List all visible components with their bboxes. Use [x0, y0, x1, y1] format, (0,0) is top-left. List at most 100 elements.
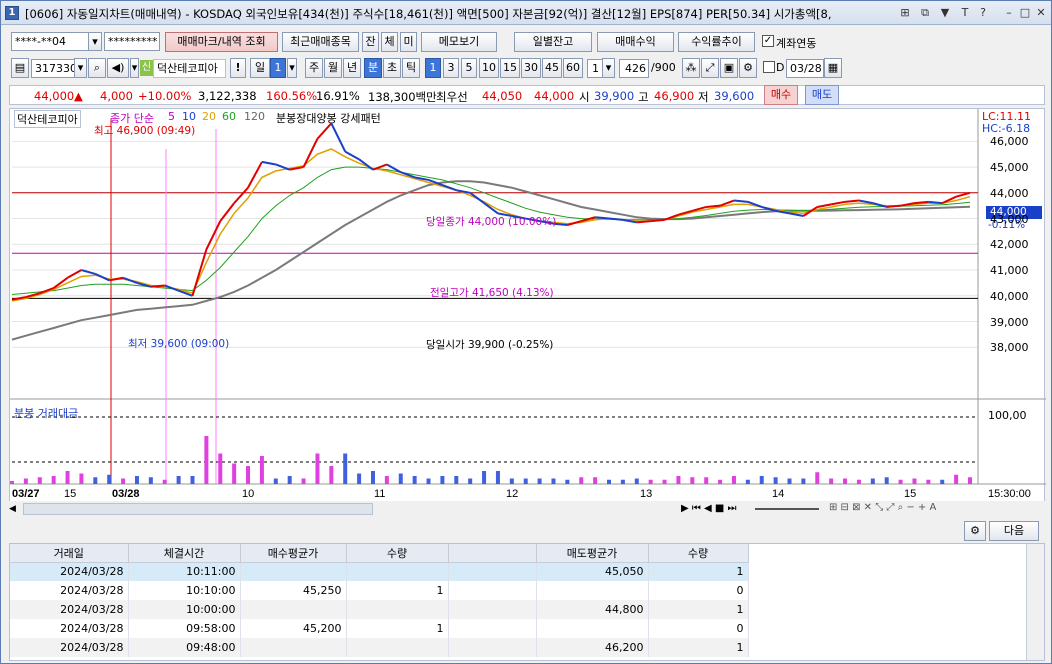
table-row[interactable]: 2024/03/28 10:00:00 44,800 1 — [10, 600, 749, 619]
table-cell: 2024/03/28 — [10, 600, 129, 619]
volume-bar — [246, 466, 251, 484]
best-label: 최우선 — [436, 90, 468, 104]
recent-trades-button[interactable]: 최근매매종목 — [282, 32, 359, 52]
table-cell — [346, 638, 449, 657]
balance-button[interactable]: 잔 — [362, 32, 379, 52]
col-buy-qty: 수량 — [346, 544, 449, 563]
volume-panel-label: 분봉 거래대금 — [14, 407, 79, 420]
table-cell — [448, 562, 537, 581]
next-button[interactable]: 다음 — [989, 521, 1039, 541]
layout-icon[interactable]: ⊞ — [897, 5, 913, 21]
view-tools[interactable]: ⊞ ⊟ ⊠ ✕ ⤡ ⤢ ⌕ − + A — [829, 502, 936, 513]
buy-button[interactable]: 매수 — [764, 85, 798, 105]
minimize-icon[interactable]: – — [1001, 5, 1017, 21]
interval-30[interactable]: 30 — [521, 58, 541, 78]
week-button[interactable]: 주 — [305, 58, 323, 78]
table-row[interactable]: 2024/03/28 10:11:00 45,050 1 — [10, 562, 749, 581]
period-day-n[interactable]: 1 — [270, 58, 286, 78]
table-row[interactable]: 2024/03/28 10:10:00 45,250 1 0 — [10, 581, 749, 600]
interval-3[interactable]: 3 — [443, 58, 459, 78]
daily-balance-button[interactable]: 일별잔고 — [514, 32, 592, 52]
unexecuted-button[interactable]: 미 — [400, 32, 417, 52]
price-segment — [817, 203, 832, 208]
volume-bar — [856, 479, 861, 484]
sell-button[interactable]: 매도 — [805, 85, 839, 105]
close-icon[interactable]: ✕ — [1033, 5, 1049, 21]
account-dropdown-icon[interactable]: ▾ — [88, 32, 102, 51]
period-day-button[interactable]: 일 — [250, 58, 270, 78]
table-settings-icon[interactable]: ⚙ — [964, 521, 986, 541]
tick-button[interactable]: 틱 — [402, 58, 420, 78]
volume-bar — [440, 476, 445, 484]
volume-bar — [662, 479, 667, 484]
count-field[interactable]: 426 — [619, 59, 649, 78]
text-icon[interactable]: T — [957, 5, 973, 21]
alert-button[interactable]: ! — [230, 58, 246, 78]
sound-icon[interactable]: ◀) — [107, 58, 129, 78]
second-button[interactable]: 초 — [383, 58, 401, 78]
volume-bar — [537, 478, 542, 484]
volume-bar — [607, 479, 612, 484]
period-day-dropdown-icon[interactable]: ▾ — [287, 58, 297, 78]
account-link-checkbox[interactable]: ✓ — [762, 35, 774, 47]
date-checkbox[interactable] — [763, 61, 775, 73]
table-row[interactable]: 2024/03/28 09:58:00 45,200 1 0 — [10, 619, 749, 638]
table-cell: 45,250 — [240, 581, 347, 600]
month-button[interactable]: 월 — [324, 58, 342, 78]
table-row[interactable]: 2024/03/28 09:48:00 46,200 1 — [10, 638, 749, 657]
interval-select-dropdown-icon[interactable]: ▾ — [602, 58, 615, 78]
settings-icon[interactable]: ⚙ — [739, 58, 757, 78]
draw-tool-icon[interactable]: ⤢ — [701, 58, 719, 78]
interval-10[interactable]: 10 — [479, 58, 499, 78]
profit-trend-button[interactable]: 수익률추이 — [678, 32, 755, 52]
table-scrollbar[interactable] — [1026, 544, 1044, 660]
ma-120: 120 — [244, 110, 265, 123]
scroll-left-icon[interactable]: ◀ — [9, 503, 21, 515]
chart-canvas: 03/27 15 03/28 10 11 12 13 14 15 15:30:00 — [10, 109, 1046, 500]
close-line-label: 당일종가 44,000 (10.00%) — [426, 216, 557, 228]
price-segment — [150, 284, 165, 288]
scroll-thumb[interactable] — [23, 503, 373, 515]
trade-profit-button[interactable]: 매매수익 — [597, 32, 674, 52]
restore-icon[interactable]: ⧉ — [917, 5, 933, 21]
zoom-slider[interactable] — [755, 508, 819, 510]
help-icon[interactable]: ? — [975, 5, 991, 21]
calendar-icon[interactable]: ▦ — [824, 58, 842, 78]
interval-60[interactable]: 60 — [563, 58, 583, 78]
interval-5[interactable]: 5 — [461, 58, 477, 78]
code-dropdown-icon[interactable]: ▾ — [74, 58, 87, 78]
execution-button[interactable]: 체 — [381, 32, 398, 52]
maximize-icon[interactable]: □ — [1017, 5, 1033, 21]
password-field[interactable]: ********* — [104, 32, 160, 51]
date-field[interactable]: 03/28 — [786, 59, 824, 78]
volume-bar — [287, 476, 292, 484]
price-change: 4,000 — [100, 89, 133, 103]
interval-select[interactable]: 1 — [587, 59, 603, 78]
sound-dropdown-icon[interactable]: ▾ — [130, 58, 139, 78]
price-segment — [302, 138, 319, 168]
trade-mark-button[interactable]: 매매마크/내역 조회 — [165, 32, 278, 52]
price-segment — [844, 199, 860, 203]
interval-45[interactable]: 45 — [542, 58, 562, 78]
chart-type-icon[interactable]: ▤ — [11, 58, 29, 78]
stock-code-field[interactable]: 317330 — [31, 59, 75, 78]
volume-bar — [773, 477, 778, 484]
memo-button[interactable]: 메모보기 — [421, 32, 497, 52]
year-button[interactable]: 년 — [343, 58, 361, 78]
volume-bar — [787, 478, 792, 484]
save-icon[interactable]: ▣ — [720, 58, 738, 78]
playback-controls[interactable]: ▶ ⏮ ◀ ■ ⏭ — [681, 503, 737, 514]
account-field[interactable]: ****-**04 — [11, 32, 89, 51]
crosshair-icon[interactable]: ⁂ — [682, 58, 700, 78]
table-cell: 1 — [648, 600, 749, 619]
search-icon[interactable]: ⌕ — [88, 58, 106, 78]
minute-button[interactable]: 분 — [364, 58, 382, 78]
price-chart[interactable]: 03/27 15 03/28 10 11 12 13 14 15 15:30:00 덕산테코피아 … — [9, 108, 1046, 516]
interval-15[interactable]: 15 — [500, 58, 520, 78]
x-tick-label: 03/28 — [112, 488, 140, 500]
col-buy-avg: 매수평균가 — [240, 544, 347, 563]
chart-scrollbar[interactable]: ◀ ▶ ⏮ ◀ ■ ⏭ ⊞ ⊟ ⊠ ✕ ⤡ ⤢ ⌕ − + A — [9, 501, 1045, 517]
pin-icon[interactable]: ▼ — [937, 5, 953, 21]
interval-1[interactable]: 1 — [425, 58, 441, 78]
volume-bar — [968, 477, 972, 484]
